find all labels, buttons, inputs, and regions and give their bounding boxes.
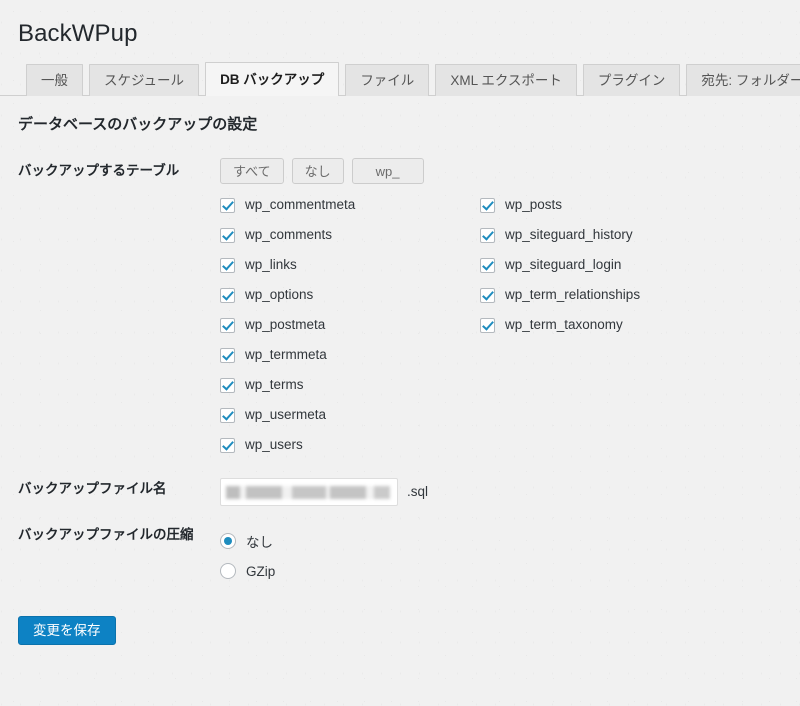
table-select-buttons: すべて なし wp_ [220,158,790,184]
backwpup-settings-page: BackWPup 一般 スケジュール DB バックアップ ファイル XML エクスポート… [0,0,800,645]
tab-label: XML エクスポート [450,72,562,88]
table-name-label: wp_options [245,287,314,303]
compression-option-label: GZip [246,563,276,579]
table-checkbox-left-7[interactable]: wp_usermeta [220,400,480,430]
tab-label: 宛先: フォルダー [701,72,800,88]
table-name-label: wp_usermeta [245,407,327,423]
table-checkbox-right-0[interactable]: wp_posts [480,190,740,220]
table-checkbox-left-0[interactable]: wp_commentmeta [220,190,480,220]
table-checkbox-left-2[interactable]: wp_links [220,250,480,280]
tab-label: DB バックアップ [220,71,325,87]
checkbox-checked-icon[interactable] [220,317,235,333]
checkbox-checked-icon[interactable] [220,437,235,453]
settings-tab-bar: 一般 スケジュール DB バックアップ ファイル XML エクスポート プラグイン 宛先: … [0,62,800,96]
compression-option-label: なし [246,535,273,550]
table-checkbox-left-6[interactable]: wp_terms [220,370,480,400]
checkbox-checked-icon[interactable] [480,197,495,213]
checkbox-checked-icon[interactable] [220,347,235,363]
table-select-button-0[interactable]: すべて [220,158,284,184]
table-name-label: wp_termmeta [245,347,327,363]
backup-filename-input[interactable] [220,478,398,506]
table-select-button-2[interactable]: wp_ [351,158,424,184]
settings-form-table: バックアップするテーブル すべて なし wp_ wp_commentmeta wp_c… [0,150,800,594]
save-changes-button[interactable]: 変更を保存 [18,616,116,645]
tab-0[interactable]: 一般 [26,64,83,96]
filename-extension-suffix: .sql [407,484,429,500]
checkbox-checked-icon[interactable] [220,287,235,303]
filename-field-label: バックアップファイル名 [18,481,167,496]
section-heading: データベースのバックアップの設定 [18,116,258,133]
checkbox-checked-icon[interactable] [480,227,495,243]
compression-field-label: バックアップファイルの圧縮 [18,527,194,542]
tab-1[interactable]: スケジュール [89,64,200,96]
table-checkbox-left-3[interactable]: wp_options [220,280,480,310]
compression-field-control: なし GZip [220,514,800,594]
page-title: BackWPup [18,20,138,47]
tab-6[interactable]: 宛先: フォルダー [686,64,800,96]
filename-field-control: .sql [220,468,800,514]
tab-4[interactable]: XML エクスポート [435,64,577,96]
table-checkbox-left-1[interactable]: wp_comments [220,220,480,250]
tab-label: プラグイン [597,72,666,88]
table-name-label: wp_siteguard_login [505,257,622,273]
table-select-button-1[interactable]: なし [291,158,344,184]
table-name-label: wp_links [245,257,297,273]
checkbox-checked-icon[interactable] [220,407,235,423]
table-name-label: wp_users [245,437,303,453]
checkbox-checked-icon[interactable] [480,257,495,273]
table-checkbox-columns: wp_commentmeta wp_comments wp_links wp_opti… [220,190,790,460]
table-checkbox-right-3[interactable]: wp_term_relationships [480,280,740,310]
radio-selected-icon[interactable] [220,533,236,549]
table-name-label: wp_postmeta [245,317,326,333]
checkbox-checked-icon[interactable] [220,257,235,273]
tab-5[interactable]: プラグイン [582,64,681,96]
table-name-label: wp_term_relationships [505,287,641,303]
tables-field-label: バックアップするテーブル [18,163,180,178]
form-row-filename: バックアップファイル名 .sql [0,468,800,514]
checkbox-checked-icon[interactable] [220,197,235,213]
checkbox-checked-icon[interactable] [220,377,235,393]
table-name-label: wp_terms [245,377,304,393]
table-checkbox-column-left: wp_commentmeta wp_comments wp_links wp_opti… [220,190,480,460]
table-checkbox-column-right: wp_posts wp_siteguard_history wp_siteguard… [480,190,740,460]
compression-radio-group: なし GZip [220,522,790,586]
table-checkbox-right-1[interactable]: wp_siteguard_history [480,220,740,250]
form-row-tables: バックアップするテーブル すべて なし wp_ wp_commentmeta wp_c… [0,150,800,468]
compression-option-1[interactable]: GZip [220,556,790,586]
radio-icon[interactable] [220,563,236,579]
tab-label: ファイル [360,72,415,88]
table-checkbox-right-4[interactable]: wp_term_taxonomy [480,310,740,340]
table-checkbox-left-4[interactable]: wp_postmeta [220,310,480,340]
submit-area: 変更を保存 [0,594,800,645]
table-name-label: wp_commentmeta [245,197,356,213]
redacted-filename-value [226,486,390,499]
tables-field-control: すべて なし wp_ wp_commentmeta wp_comments wp_lin… [220,150,800,468]
tab-label: スケジュール [104,72,185,88]
table-checkbox-right-2[interactable]: wp_siteguard_login [480,250,740,280]
compression-option-0[interactable]: なし [220,526,790,556]
tab-2[interactable]: DB バックアップ [205,62,340,96]
table-name-label: wp_term_taxonomy [505,317,623,333]
form-row-compression: バックアップファイルの圧縮 なし GZip [0,514,800,594]
checkbox-checked-icon[interactable] [480,317,495,333]
tab-label: 一般 [41,72,68,88]
table-checkbox-left-8[interactable]: wp_users [220,430,480,460]
table-name-label: wp_comments [245,227,333,243]
tab-3[interactable]: ファイル [345,64,430,96]
table-name-label: wp_posts [505,197,563,213]
checkbox-checked-icon[interactable] [220,227,235,243]
table-checkbox-left-5[interactable]: wp_termmeta [220,340,480,370]
checkbox-checked-icon[interactable] [480,287,495,303]
table-name-label: wp_siteguard_history [505,227,633,243]
